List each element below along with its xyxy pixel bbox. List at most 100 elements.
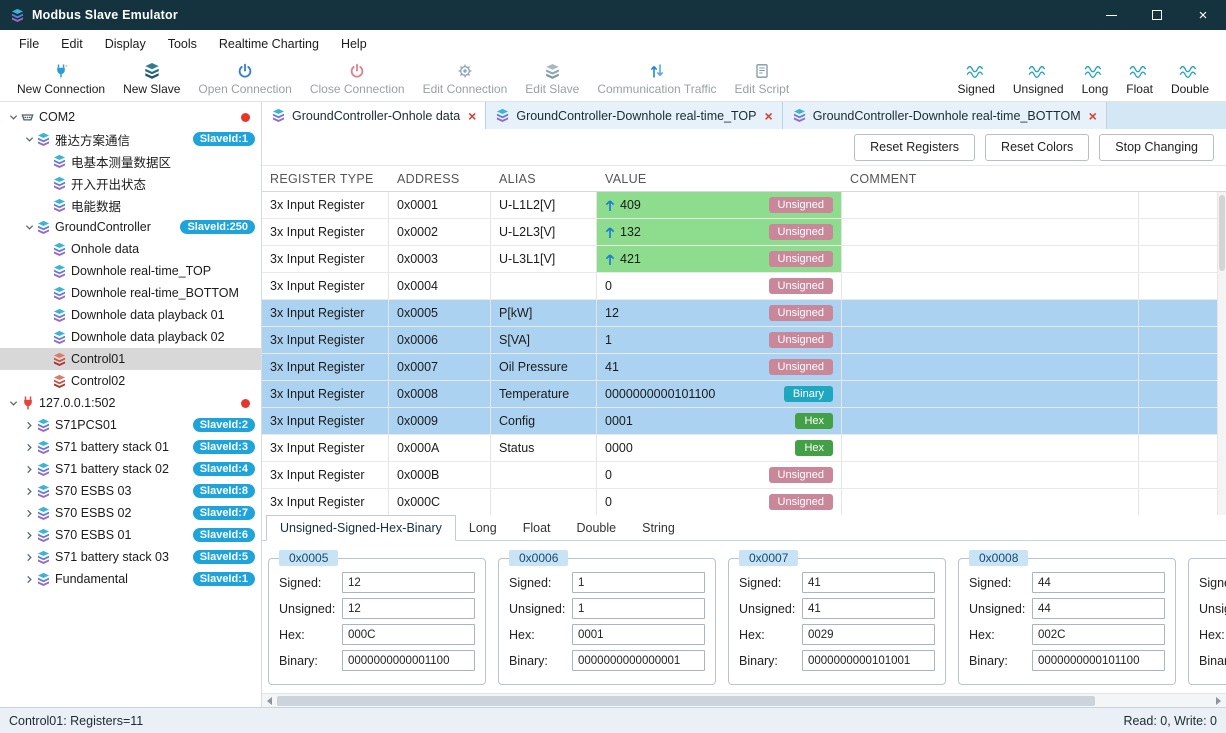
scroll-left-arrow[interactable]	[262, 694, 277, 707]
tree-item-s71-battery-stack-02[interactable]: S71 battery stack 02SlaveId:4	[0, 458, 261, 480]
column-header-address[interactable]: ADDRESS	[389, 166, 491, 191]
toolbar-edit-slave[interactable]: Edit Slave	[516, 60, 588, 98]
stop-changing-button[interactable]: Stop Changing	[1099, 134, 1214, 161]
register-value-cell[interactable]: 0001Hex	[597, 408, 842, 434]
register-value-cell[interactable]: 12Unsigned	[597, 300, 842, 326]
tree-item-s70-esbs-01[interactable]: S70 ESBS 01SlaveId:6	[0, 524, 261, 546]
tree-item-downhole-data-playback-01[interactable]: Downhole data playback 01	[0, 304, 261, 326]
maximize-button[interactable]	[1134, 0, 1180, 30]
expand-arrow-icon[interactable]	[22, 421, 36, 430]
column-header-comment[interactable]: COMMENT	[842, 166, 1139, 191]
toolbar-long[interactable]: Long	[1073, 60, 1118, 98]
toolbar-signed[interactable]: Signed	[949, 60, 1004, 98]
toolbar-new-slave[interactable]: New Slave	[114, 60, 189, 98]
register-row-0x0001[interactable]: 3x Input Register0x0001U-L1L2[V]409Unsig…	[262, 192, 1226, 219]
register-value-cell[interactable]: 409Unsigned	[597, 192, 842, 218]
hex-input[interactable]	[342, 624, 475, 645]
column-header-value[interactable]: VALUE	[597, 166, 842, 191]
toolbar-close-connection[interactable]: Close Connection	[301, 60, 414, 98]
unsigned-input[interactable]	[1032, 598, 1165, 619]
unsigned-input[interactable]	[572, 598, 705, 619]
tree-item-item[interactable]: 开入开出状态	[0, 172, 261, 194]
expand-arrow-icon[interactable]	[22, 575, 36, 584]
menu-edit[interactable]: Edit	[50, 37, 94, 51]
tree-item-downhole-real-time-bottom[interactable]: Downhole real-time_BOTTOM	[0, 282, 261, 304]
expand-arrow-icon[interactable]	[22, 509, 36, 518]
register-row-0x0009[interactable]: 3x Input Register0x0009Config0001Hex	[262, 408, 1226, 435]
tree-item-downhole-data-playback-02[interactable]: Downhole data playback 02	[0, 326, 261, 348]
register-row-0x000b[interactable]: 3x Input Register0x000B0Unsigned	[262, 462, 1226, 489]
expand-arrow-icon[interactable]	[22, 487, 36, 496]
format-tab-unsigned-signed-hex-binary[interactable]: Unsigned-Signed-Hex-Binary	[266, 515, 456, 541]
tree-item-onhole-data[interactable]: Onhole data	[0, 238, 261, 260]
table-vertical-scrollbar[interactable]	[1217, 192, 1226, 515]
toolbar-unsigned[interactable]: Unsigned	[1004, 60, 1073, 98]
horizontal-scrollbar[interactable]	[262, 693, 1226, 707]
hex-input[interactable]	[802, 624, 935, 645]
format-tab-double[interactable]: Double	[564, 515, 630, 540]
register-row-0x000a[interactable]: 3x Input Register0x000AStatus0000Hex	[262, 435, 1226, 462]
register-value-cell[interactable]: 41Unsigned	[597, 354, 842, 380]
close-icon[interactable]: ×	[765, 109, 773, 123]
collapse-arrow-icon[interactable]	[22, 135, 36, 144]
binary-input[interactable]	[1032, 650, 1165, 671]
tree-item-127-0-0-1-502[interactable]: 127.0.0.1:502	[0, 392, 261, 414]
vertical-scrollbar-thumb[interactable]	[1219, 195, 1225, 271]
toolbar-communication-traffic[interactable]: Communication Traffic	[588, 60, 725, 98]
minimize-button[interactable]	[1088, 0, 1134, 30]
tree-item-downhole-real-time-top[interactable]: Downhole real-time_TOP	[0, 260, 261, 282]
register-value-cell[interactable]: 1Unsigned	[597, 327, 842, 353]
register-value-cell[interactable]: 0Unsigned	[597, 273, 842, 299]
register-value-cell[interactable]: 0000Hex	[597, 435, 842, 461]
close-icon[interactable]: ×	[468, 109, 476, 123]
signed-input[interactable]	[572, 572, 705, 593]
tree-item-s70-esbs-02[interactable]: S70 ESBS 02SlaveId:7	[0, 502, 261, 524]
tree-item-groundcontroller[interactable]: GroundControllerSlaveId:250	[0, 216, 261, 238]
toolbar-edit-script[interactable]: Edit Script	[725, 60, 798, 98]
column-header-register-type[interactable]: REGISTER TYPE	[262, 166, 389, 191]
hex-input[interactable]	[572, 624, 705, 645]
close-icon[interactable]: ×	[1089, 109, 1097, 123]
tab-groundcontroller-downhole-real-time-bottom[interactable]: GroundController-Downhole real-time_BOTT…	[783, 102, 1107, 129]
toolbar-open-connection[interactable]: Open Connection	[189, 60, 300, 98]
binary-input[interactable]	[342, 650, 475, 671]
expand-arrow-icon[interactable]	[22, 443, 36, 452]
register-row-0x0008[interactable]: 3x Input Register0x0008Temperature000000…	[262, 381, 1226, 408]
menu-display[interactable]: Display	[94, 37, 157, 51]
reset-colors-button[interactable]: Reset Colors	[985, 134, 1089, 161]
register-row-0x0002[interactable]: 3x Input Register0x0002U-L2L3[V]132Unsig…	[262, 219, 1226, 246]
collapse-arrow-icon[interactable]	[6, 399, 20, 408]
collapse-arrow-icon[interactable]	[22, 223, 36, 232]
expand-arrow-icon[interactable]	[22, 465, 36, 474]
binary-input[interactable]	[572, 650, 705, 671]
tree-item-com2[interactable]: COM2	[0, 106, 261, 128]
close-button[interactable]: ×	[1180, 0, 1226, 30]
tab-groundcontroller-onhole-data[interactable]: GroundController-Onhole data×	[262, 102, 486, 129]
tree-item-s70-esbs-03[interactable]: S70 ESBS 03SlaveId:8	[0, 480, 261, 502]
format-tab-long[interactable]: Long	[456, 515, 510, 540]
tree-item-item[interactable]: 雅达方案通信SlaveId:1	[0, 128, 261, 150]
toolbar-new-connection[interactable]: New Connection	[8, 60, 114, 98]
tree-item-s71-battery-stack-03[interactable]: S71 battery stack 03SlaveId:5	[0, 546, 261, 568]
format-tab-string[interactable]: String	[629, 515, 688, 540]
tree-item-s71pcs01[interactable]: S71PCS01SlaveId:2	[0, 414, 261, 436]
binary-input[interactable]	[802, 650, 935, 671]
register-row-0x0005[interactable]: 3x Input Register0x0005P[kW]12Unsigned	[262, 300, 1226, 327]
register-row-0x0004[interactable]: 3x Input Register0x00040Unsigned	[262, 273, 1226, 300]
expand-arrow-icon[interactable]	[22, 553, 36, 562]
tree-item-control01[interactable]: Control01	[0, 348, 261, 370]
register-row-0x0007[interactable]: 3x Input Register0x0007Oil Pressure41Uns…	[262, 354, 1226, 381]
toolbar-float[interactable]: Float	[1117, 60, 1162, 98]
expand-arrow-icon[interactable]	[22, 531, 36, 540]
horizontal-scrollbar-thumb[interactable]	[277, 696, 1095, 706]
tree-item-fundamental[interactable]: FundamentalSlaveId:1	[0, 568, 261, 590]
signed-input[interactable]	[1032, 572, 1165, 593]
unsigned-input[interactable]	[342, 598, 475, 619]
register-value-cell[interactable]: 0Unsigned	[597, 489, 842, 515]
format-tab-float[interactable]: Float	[510, 515, 564, 540]
toolbar-edit-connection[interactable]: Edit Connection	[414, 60, 517, 98]
menu-realtime-charting[interactable]: Realtime Charting	[208, 37, 330, 51]
scroll-right-arrow[interactable]	[1211, 694, 1226, 707]
register-value-cell[interactable]: 132Unsigned	[597, 219, 842, 245]
menu-file[interactable]: File	[8, 37, 50, 51]
